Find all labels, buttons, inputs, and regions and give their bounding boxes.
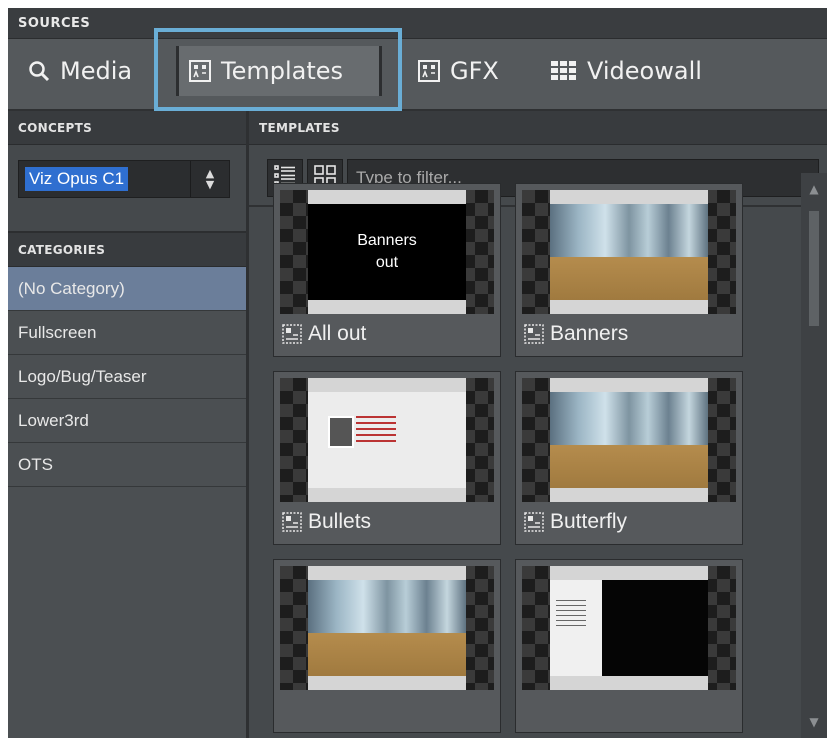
template-thumbnail xyxy=(280,378,494,502)
categories-header: CATEGORIES xyxy=(8,233,246,267)
scene-template-icon xyxy=(524,324,544,344)
template-card[interactable]: Butterfly xyxy=(515,371,743,545)
template-label: Bullets xyxy=(308,510,372,533)
videowall-grid-icon xyxy=(551,60,577,82)
templates-header: TEMPLATES xyxy=(249,111,827,145)
category-item-logo-bug-teaser[interactable]: Logo/Bug/Teaser xyxy=(8,355,246,399)
scroll-up-icon[interactable]: ▲ xyxy=(801,177,827,201)
template-label: Banners xyxy=(550,322,629,345)
category-item-lower3rd[interactable]: Lower3rd xyxy=(8,399,246,443)
category-item-ots[interactable]: OTS xyxy=(8,443,246,487)
thumbnail-text: Banners out xyxy=(357,232,417,271)
tab-gfx-label: GFX xyxy=(450,57,499,85)
template-card[interactable] xyxy=(515,559,743,733)
app-window: SOURCES Media Templates GFX Videowall CO… xyxy=(8,8,827,738)
tab-media[interactable]: Media xyxy=(28,49,156,93)
category-item-fullscreen[interactable]: Fullscreen xyxy=(8,311,246,355)
concepts-section: Viz Opus C1 ▲ ▼ xyxy=(8,145,246,233)
concept-select[interactable]: Viz Opus C1 ▲ ▼ xyxy=(18,160,230,198)
tab-templates[interactable]: Templates xyxy=(176,46,382,96)
tab-videowall-label: Videowall xyxy=(587,57,702,85)
template-card[interactable]: Banners out All out xyxy=(273,183,501,357)
spinner-arrows-icon[interactable]: ▲ ▼ xyxy=(190,161,229,197)
template-thumbnail xyxy=(280,566,494,690)
templates-panel: TEMPLATES Bannersout xyxy=(249,111,827,738)
scene-template-icon xyxy=(282,324,302,344)
template-icon xyxy=(189,60,211,82)
templates-scrollbar[interactable]: ▲ ▼ xyxy=(801,173,827,738)
sources-tabbar: Media Templates GFX Videowall xyxy=(8,39,827,111)
sources-header: SOURCES xyxy=(8,8,827,39)
template-thumbnail xyxy=(522,378,736,502)
template-card[interactable]: Bullets xyxy=(273,371,501,545)
category-item-no-category[interactable]: (No Category) xyxy=(8,267,246,311)
scene-template-icon xyxy=(524,512,544,532)
tab-media-label: Media xyxy=(60,57,133,85)
tab-gfx[interactable]: GFX xyxy=(418,49,499,93)
sources-title: SOURCES xyxy=(18,16,91,31)
tab-templates-label: Templates xyxy=(221,57,344,85)
template-thumbnail xyxy=(522,190,736,314)
template-card[interactable] xyxy=(273,559,501,733)
concepts-header: CONCEPTS xyxy=(8,111,246,145)
template-icon xyxy=(418,60,440,82)
template-label: Butterfly xyxy=(550,510,628,533)
concept-value: Viz Opus C1 xyxy=(25,167,129,191)
tab-videowall[interactable]: Videowall xyxy=(551,49,702,93)
templates-grid: Banners out All out Banners Bullets Butt… xyxy=(249,173,801,738)
template-thumbnail xyxy=(522,566,736,690)
left-panel: CONCEPTS Viz Opus C1 ▲ ▼ CATEGORIES (No C… xyxy=(8,111,249,738)
scroll-down-icon[interactable]: ▼ xyxy=(801,710,827,734)
search-icon xyxy=(28,60,50,82)
template-label: All out xyxy=(308,322,367,345)
scrollbar-thumb[interactable] xyxy=(809,211,819,326)
template-card[interactable]: Banners xyxy=(515,183,743,357)
template-thumbnail: Banners out xyxy=(280,190,494,314)
scene-template-icon xyxy=(282,512,302,532)
